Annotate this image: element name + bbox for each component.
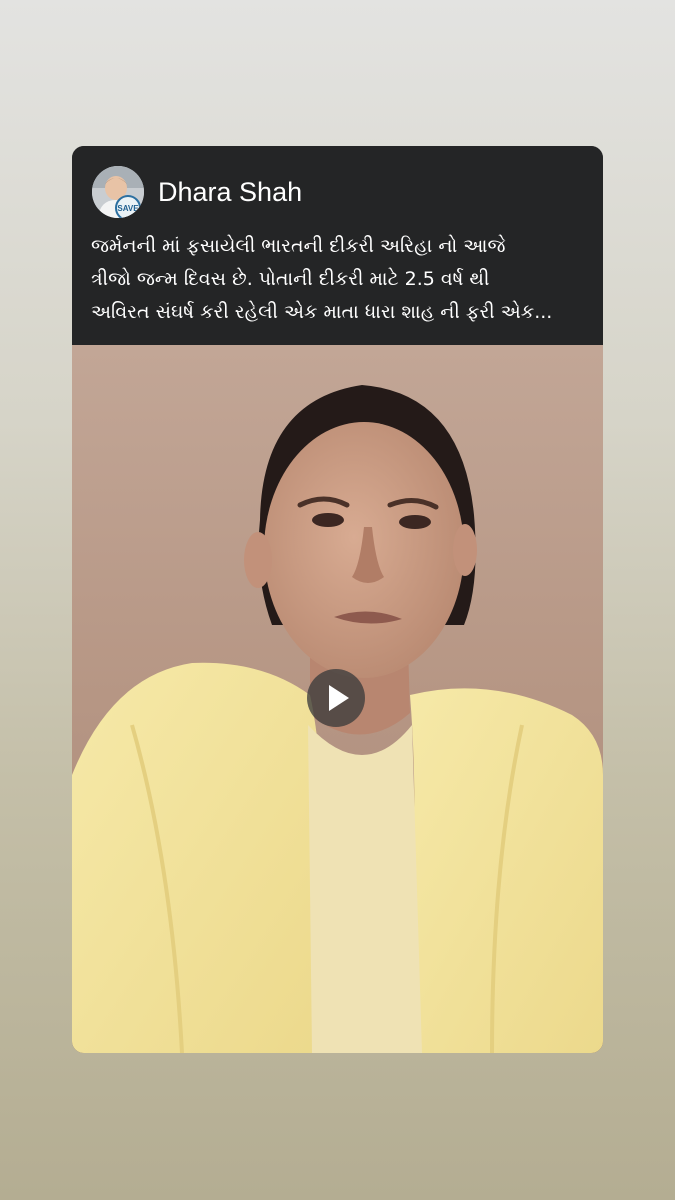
avatar-photo: SAVE — [92, 166, 144, 218]
author-avatar[interactable]: SAVE — [92, 166, 144, 218]
avatar-badge-text: SAVE — [117, 204, 139, 213]
author-name[interactable]: Dhara Shah — [158, 172, 302, 212]
post-caption[interactable]: જર્મનની માં ફસાયેલી ભારતની દીકરી અરિહા ન… — [91, 230, 586, 329]
caption-line: ત્રીજો જન્મ દિવસ છે. પોતાની દીકરી માટે 2… — [91, 268, 490, 290]
caption-line: જર્મનની માં ફસાયેલી ભારતની દીકરી અરિહા ન… — [91, 235, 506, 257]
play-button[interactable] — [307, 669, 365, 727]
post-header: SAVE Dhara Shah જર્મનની માં ફસાયેલી ભારત… — [72, 146, 603, 345]
post-card: SAVE Dhara Shah જર્મનની માં ફસાયેલી ભારત… — [72, 146, 603, 1053]
caption-line: અવિરત સંઘર્ષ કરી રહેલી એક માતા ધારા શાહ … — [91, 301, 553, 323]
video-player[interactable] — [72, 345, 603, 1053]
play-icon — [329, 685, 349, 711]
